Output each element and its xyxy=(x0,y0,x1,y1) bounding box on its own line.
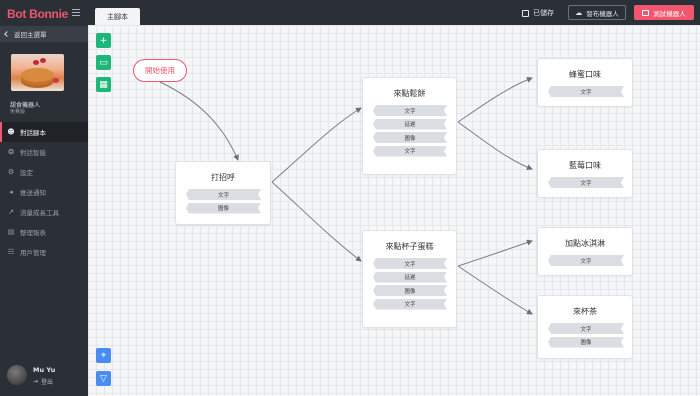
back-link-label: 返回主選單 xyxy=(14,31,47,39)
add-folder-button[interactable]: ▭ xyxy=(96,55,111,70)
start-node[interactable]: 開始使用 xyxy=(133,59,187,82)
connector-cupcake-tea xyxy=(457,265,533,315)
pancake-stack xyxy=(21,68,54,82)
app-logo[interactable]: Bot Bonnie xyxy=(7,7,68,21)
connector-greet-cupcake xyxy=(271,181,362,262)
sidebar-item-push-notification[interactable]: ◂ 推送通知 xyxy=(0,182,88,202)
node-chip-image[interactable]: 圖像 xyxy=(373,132,447,143)
node-chip-delay[interactable]: 延遲 xyxy=(373,119,447,130)
node-chip-text[interactable]: 文字 xyxy=(548,177,624,188)
add-block-button[interactable]: + xyxy=(96,33,111,48)
hamburger-menu-icon[interactable] xyxy=(72,9,80,16)
publish-button-label: 發布機器人 xyxy=(586,9,619,18)
flow-node-icecream[interactable]: 加點冰淇淋 文字 xyxy=(537,227,633,276)
node-chip-text[interactable]: 文字 xyxy=(548,323,624,334)
sidebar-item-label: 設定 xyxy=(20,169,33,177)
brain-icon: ❂ xyxy=(8,148,14,156)
berry xyxy=(40,58,46,63)
flow-node-honey[interactable]: 蜂蜜口味 文字 xyxy=(537,58,633,107)
connector-waffle-blueberry xyxy=(457,121,533,171)
node-title: 打招呼 xyxy=(211,173,235,182)
flow-canvas[interactable]: + ▭ ▦ ⌖ ▽ 開始使用 打招呼 文字 圖像 來點鬆餅 文字 延遲 圖像 文… xyxy=(88,25,700,396)
save-status-label: 已儲存 xyxy=(533,9,554,17)
sidebar-item-dialog-script[interactable]: ☻ 對話腳本 xyxy=(0,122,88,142)
flow-node-blueberry[interactable]: 藍莓口味 文字 xyxy=(537,149,633,198)
bot-plan: 免費版 xyxy=(10,109,26,115)
chat-icon xyxy=(642,9,650,16)
connector-waffle-honey xyxy=(457,76,533,123)
node-chip-text[interactable]: 文字 xyxy=(373,105,447,116)
test-button-label: 測試機器人 xyxy=(653,9,686,18)
sidebar-item-label: 推送通知 xyxy=(20,189,46,197)
bot-avatar-image[interactable] xyxy=(11,54,64,91)
sidebar-item-dialog-intelligence[interactable]: ❂ 對話智能 xyxy=(0,142,88,162)
tab-main-script[interactable]: 主腳本 xyxy=(95,8,140,25)
sidebar-item-reports[interactable]: ▤ 整理報表 xyxy=(0,222,88,242)
node-title: 藍莓口味 xyxy=(569,161,601,170)
connector-start-greet xyxy=(159,81,239,161)
filter-button[interactable]: ▽ xyxy=(96,371,111,386)
cloud-upload-icon: ☁ xyxy=(575,8,583,17)
logout-icon: ⇥ xyxy=(33,378,39,385)
node-chip-image[interactable]: 圖像 xyxy=(373,285,447,296)
report-icon: ▤ xyxy=(7,228,15,236)
logout-link[interactable]: ⇥ 登出 xyxy=(33,377,53,386)
user-name: Mu Yu xyxy=(33,366,56,374)
broadcast-icon: ◂ xyxy=(9,188,13,196)
logout-label: 登出 xyxy=(41,379,54,386)
chevron-left-icon xyxy=(4,31,10,37)
sidebar-item-label: 用戶管理 xyxy=(20,249,46,257)
sidebar-item-label: 流量成長工具 xyxy=(20,209,59,217)
sidebar-item-label: 整理報表 xyxy=(20,229,46,237)
center-view-button[interactable]: ⌖ xyxy=(96,348,111,363)
user-avatar[interactable] xyxy=(7,365,27,385)
berry xyxy=(53,78,59,83)
flow-node-greet[interactable]: 打招呼 文字 圖像 xyxy=(175,161,271,225)
publish-bot-button[interactable]: ☁ 發布機器人 xyxy=(568,5,626,20)
sidebar-item-settings[interactable]: ⚙ 設定 xyxy=(0,162,88,182)
node-title: 來點鬆餅 xyxy=(393,89,426,98)
flow-node-cupcake[interactable]: 來點杯子蛋糕 文字 延遲 圖像 文字 xyxy=(362,230,457,328)
node-chip-text[interactable]: 文字 xyxy=(186,189,261,200)
node-title: 蜂蜜口味 xyxy=(569,70,601,79)
back-to-main-menu-link[interactable]: 返回主選單 xyxy=(0,26,88,42)
sidebar-item-user-management[interactable]: ☷ 用戶管理 xyxy=(0,242,88,262)
connector-greet-waffle xyxy=(271,107,362,183)
robot-icon: ☻ xyxy=(7,128,15,136)
connector-cupcake-icecream xyxy=(457,239,533,267)
growth-icon: ↗ xyxy=(8,208,14,216)
node-chip-text[interactable]: 文字 xyxy=(373,299,447,310)
node-title: 加點冰淇淋 xyxy=(565,239,605,248)
node-title: 來點杯子蛋糕 xyxy=(385,242,434,251)
save-disk-icon xyxy=(522,9,529,17)
sidebar: Bot Bonnie 返回主選單 甜食機器人 免費版 ☻ 對話腳本 ❂ 對話智能… xyxy=(0,0,88,396)
gear-icon: ⚙ xyxy=(7,168,15,176)
node-chip-delay[interactable]: 延遲 xyxy=(373,272,447,283)
flow-node-tea[interactable]: 來杯茶 文字 圖像 xyxy=(537,295,633,359)
template-box-button[interactable]: ▦ xyxy=(96,77,111,92)
sidebar-item-label: 對話智能 xyxy=(20,149,46,157)
test-bot-button[interactable]: 測試機器人 xyxy=(634,5,694,20)
node-chip-text[interactable]: 文字 xyxy=(548,255,624,266)
save-status: 已儲存 xyxy=(522,7,554,19)
top-bar: 主腳本 已儲存 ☁ 發布機器人 測試機器人 xyxy=(88,0,700,25)
node-chip-text[interactable]: 文字 xyxy=(373,146,447,157)
node-chip-image[interactable]: 圖像 xyxy=(548,337,624,348)
sidebar-item-growth-tools[interactable]: ↗ 流量成長工具 xyxy=(0,202,88,222)
sidebar-nav: ☻ 對話腳本 ❂ 對話智能 ⚙ 設定 ◂ 推送通知 ↗ 流量成長工具 ▤ 整理報… xyxy=(0,122,88,262)
sidebar-item-label: 對話腳本 xyxy=(20,129,46,137)
node-chip-text[interactable]: 文字 xyxy=(373,258,447,269)
node-chip-text[interactable]: 文字 xyxy=(548,86,624,97)
berry xyxy=(33,60,39,65)
node-title: 來杯茶 xyxy=(573,307,597,316)
node-chip-image[interactable]: 圖像 xyxy=(186,203,261,214)
flow-node-waffle[interactable]: 來點鬆餅 文字 延遲 圖像 文字 xyxy=(362,77,457,175)
users-icon: ☷ xyxy=(7,248,15,256)
